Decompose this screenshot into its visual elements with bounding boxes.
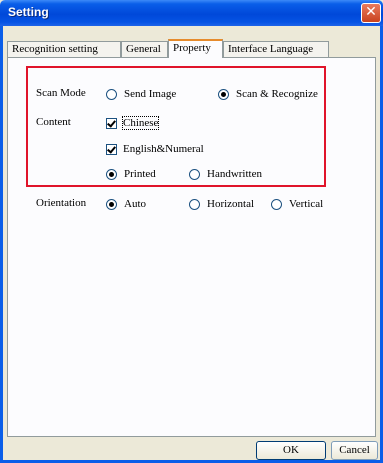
radio-button[interactable]: [189, 168, 200, 180]
window-frame-left: [0, 26, 3, 463]
radio-button[interactable]: [106, 88, 117, 100]
orientation-label: Orientation: [36, 197, 87, 209]
radio-vertical[interactable]: Vertical: [271, 198, 323, 210]
radio-printed-label: Printed: [124, 168, 156, 180]
window-title: Setting: [8, 5, 49, 19]
checkbox[interactable]: [106, 143, 117, 155]
cancel-button[interactable]: Cancel: [331, 441, 378, 460]
radio-button[interactable]: [271, 198, 282, 210]
radio-send-image-label: Send Image: [124, 88, 177, 100]
highlight-box: [26, 66, 326, 187]
radio-printed[interactable]: Printed: [106, 168, 156, 180]
checkbox-english-numeral-label: English&Numeral: [123, 143, 204, 155]
tab-property[interactable]: Property: [168, 39, 223, 58]
radio-handwritten[interactable]: Handwritten: [189, 168, 262, 180]
tab-interface-language[interactable]: Interface Language: [223, 41, 329, 57]
radio-auto-label: Auto: [124, 198, 146, 210]
checkbox[interactable]: [106, 117, 117, 129]
radio-horizontal[interactable]: Horizontal: [189, 198, 254, 210]
radio-vertical-label: Vertical: [289, 198, 324, 210]
scan-mode-label: Scan Mode: [36, 87, 86, 99]
checkbox-chinese[interactable]: Chinese: [106, 116, 160, 130]
ok-button[interactable]: OK: [256, 441, 326, 460]
tab-recognition-setting[interactable]: Recognition setting: [7, 41, 121, 57]
radio-button[interactable]: [106, 198, 117, 210]
checkbox-english-numeral[interactable]: English&Numeral: [106, 143, 204, 155]
tab-general[interactable]: General: [121, 41, 168, 57]
radio-button[interactable]: [218, 88, 229, 100]
radio-horizontal-label: Horizontal: [207, 198, 255, 210]
radio-handwritten-label: Handwritten: [207, 168, 262, 180]
checkbox-chinese-label: Chinese: [121, 116, 160, 130]
setting-dialog: Setting ✕ Recognition setting General Pr…: [0, 0, 383, 463]
radio-auto[interactable]: Auto: [106, 198, 146, 210]
radio-button[interactable]: [106, 168, 117, 180]
radio-send-image[interactable]: Send Image: [106, 88, 176, 100]
close-icon[interactable]: ✕: [361, 3, 381, 23]
radio-scan-recognize[interactable]: Scan & Recognize: [218, 88, 324, 100]
content-label: Content: [36, 116, 71, 128]
radio-button[interactable]: [189, 198, 200, 210]
title-bar[interactable]: Setting ✕: [0, 0, 383, 26]
radio-scan-recognize-label: Scan & Recognize: [236, 88, 318, 100]
